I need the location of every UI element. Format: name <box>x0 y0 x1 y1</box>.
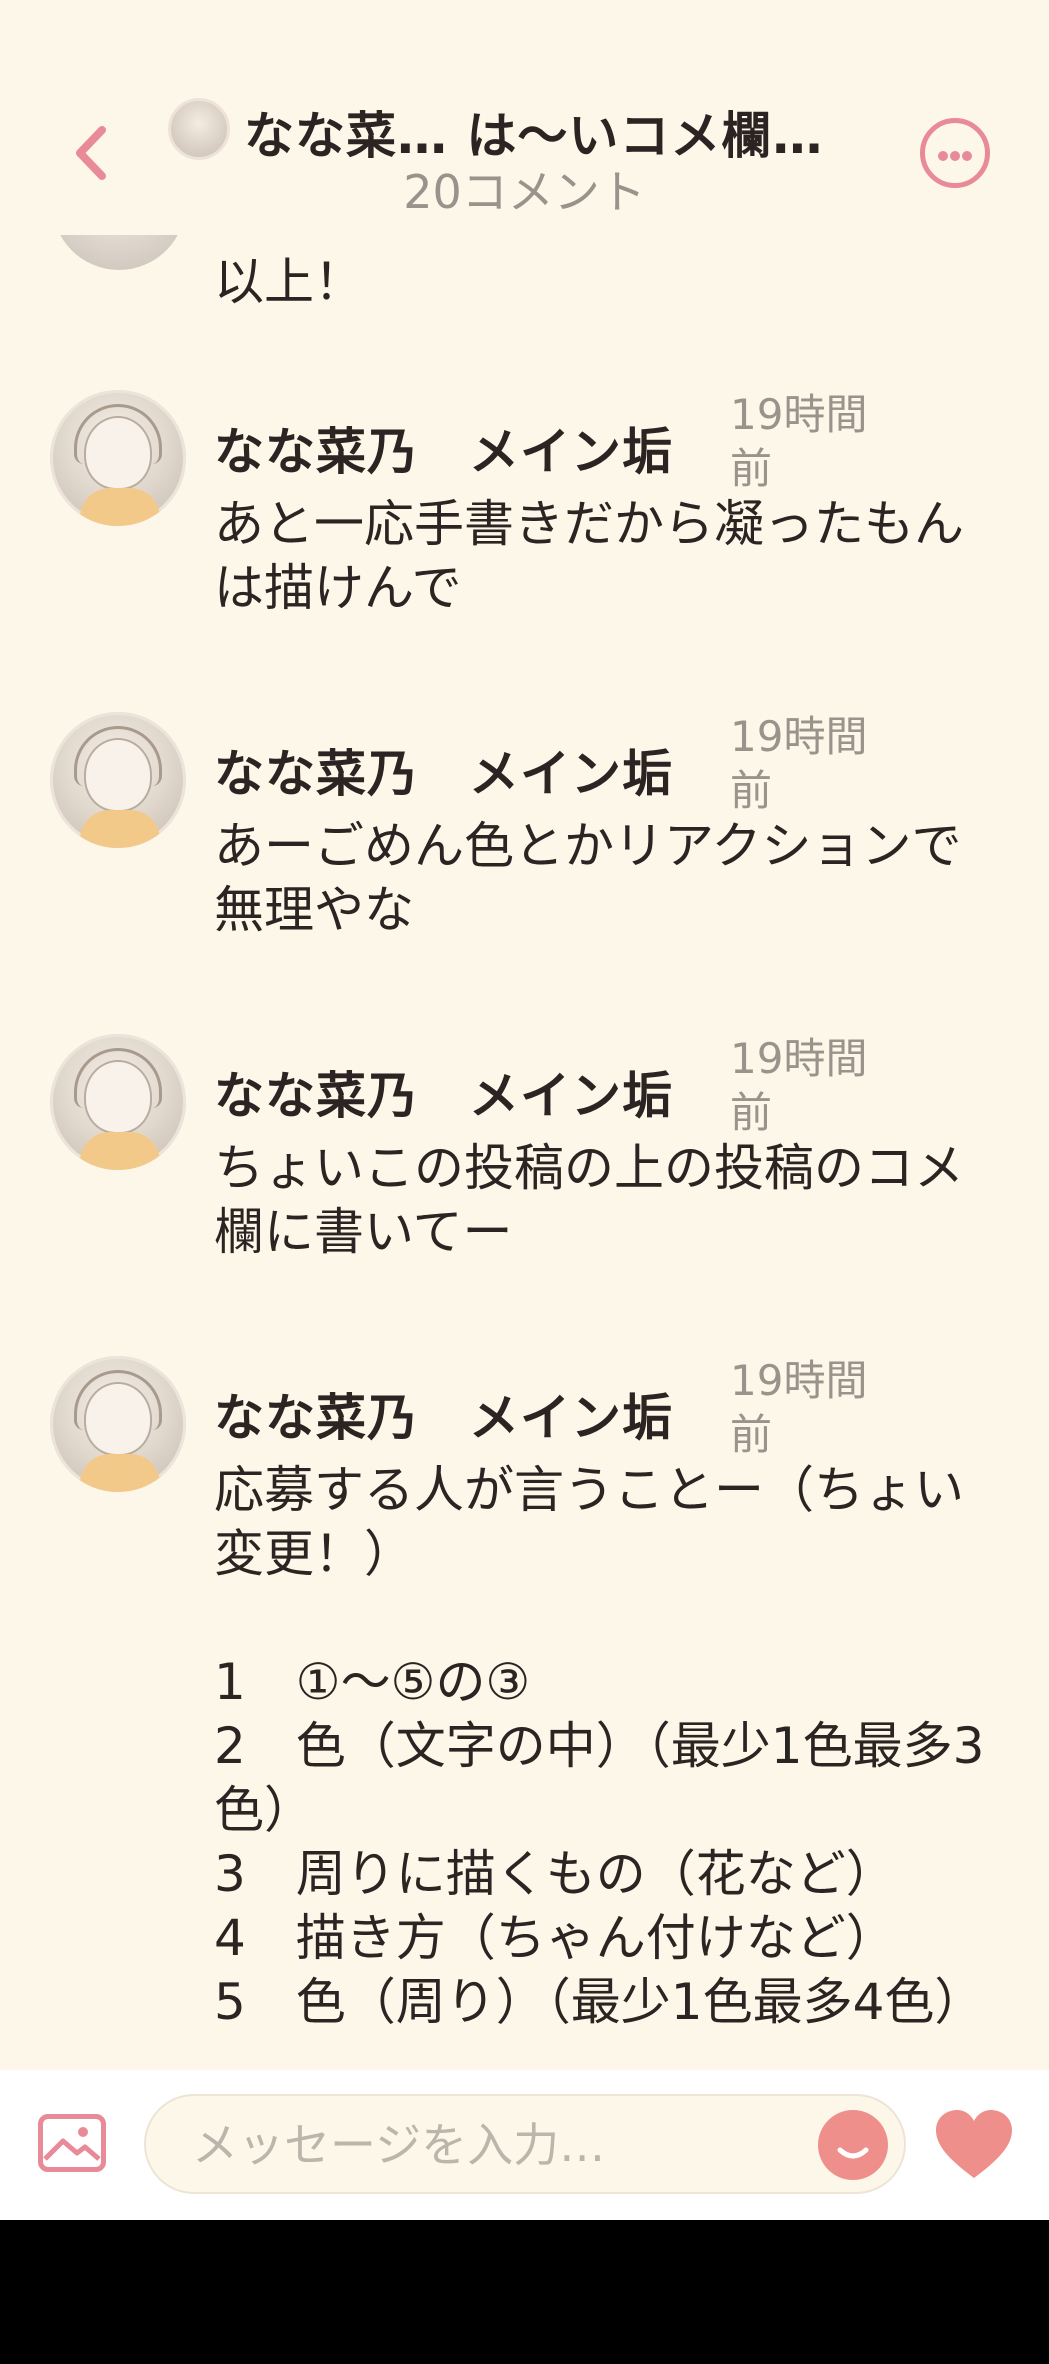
comment-author[interactable]: なな菜乃 メイン垢 <box>214 1056 673 1128</box>
more-horizontal-icon <box>938 151 948 161</box>
comment-text: あと一応手書きだから凝ったもんは描けんで <box>214 495 964 617</box>
emoji-button[interactable] <box>818 2110 888 2180</box>
comment-text: 以上！ <box>214 253 364 311</box>
comment-author[interactable]: なな菜乃 メイン垢 <box>214 734 673 806</box>
message-composer <box>0 2070 1049 2220</box>
header-avatar[interactable] <box>168 98 230 160</box>
avatar[interactable] <box>50 1356 186 1492</box>
smile-icon <box>837 2147 869 2159</box>
comment-text: あーごめん色とかリアクションで無理やな <box>214 817 962 939</box>
comment-count: 20コメント <box>403 165 646 219</box>
comment-time: 19時間前 <box>730 1356 868 1459</box>
comment-time: 19時間前 <box>730 712 868 815</box>
avatar[interactable] <box>50 390 186 526</box>
comment-feed[interactable]: 以上！ なな菜乃 メイン垢 19時間前 あと一応手書きだから凝ったもんは描けんで… <box>0 0 1049 2070</box>
message-input[interactable] <box>190 2114 754 2176</box>
like-button[interactable] <box>932 2106 1016 2182</box>
message-input-container[interactable] <box>144 2094 906 2194</box>
attach-image-button[interactable] <box>38 2114 106 2172</box>
comment-time: 19時間前 <box>730 1034 868 1137</box>
avatar[interactable] <box>50 712 186 848</box>
system-nav-bar <box>0 2220 1049 2364</box>
more-dot <box>962 151 972 161</box>
comment-author[interactable]: なな菜乃 メイン垢 <box>214 1378 673 1450</box>
comment-author[interactable]: なな菜乃 メイン垢 <box>214 412 673 484</box>
image-icon <box>43 2127 101 2161</box>
avatar[interactable] <box>50 1034 186 1170</box>
comment-text: ちょいこの投稿の上の投稿のコメ欄に書いてー <box>214 1139 964 1261</box>
more-options-button[interactable] <box>920 118 990 188</box>
comment-time: 19時間前 <box>730 390 868 493</box>
heart-icon <box>936 2110 1012 2178</box>
header-bar: なな菜… は〜いコメ欄… 20コメント <box>0 0 1049 235</box>
more-dot <box>950 151 960 161</box>
comment-text: 応募する人が言うことー（ちょい変更！） 1 ①〜⑤の③ 2 色（文字の中）（最少… <box>214 1461 985 2031</box>
